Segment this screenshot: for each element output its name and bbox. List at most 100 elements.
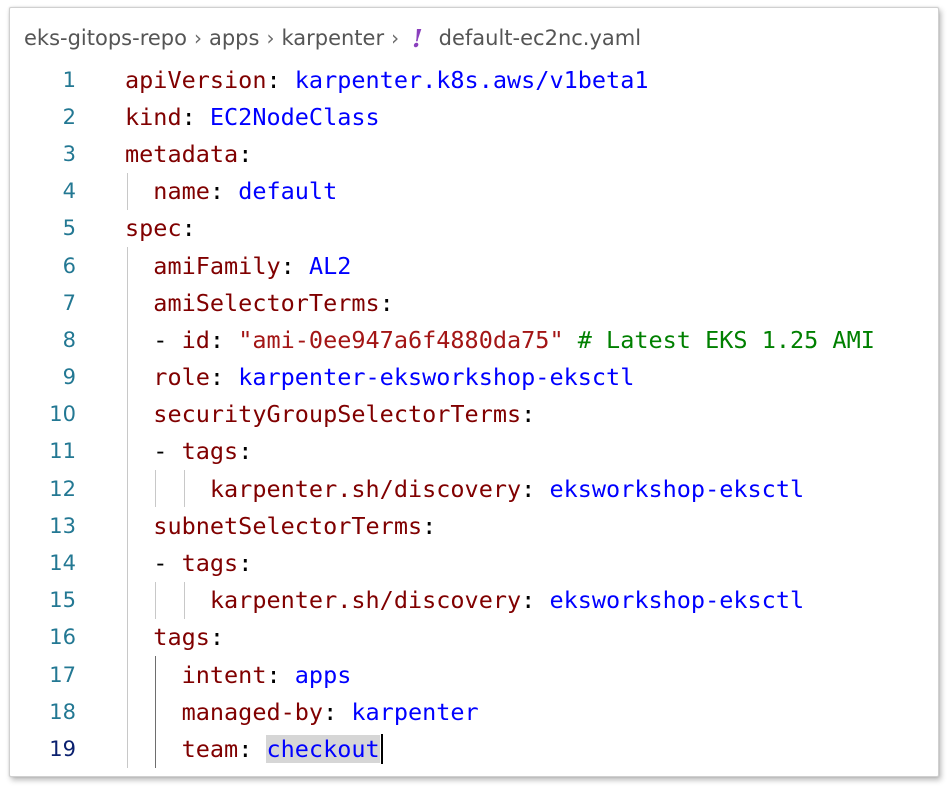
code-line[interactable]: 12 karpenter.sh/discovery: eksworkshop-e… <box>10 470 938 508</box>
breadcrumb-item-repo[interactable]: eks-gitops-repo <box>24 26 187 50</box>
yaml-punct: : <box>209 623 225 652</box>
yaml-punct <box>125 400 153 428</box>
breadcrumb: eks-gitops-repo › apps › karpenter › ! d… <box>24 21 641 55</box>
code-text: securityGroupSelectorTerms: <box>125 396 535 433</box>
line-number: 13 <box>49 513 76 538</box>
yaml-key: apiVersion <box>125 65 267 94</box>
yaml-punct: : <box>209 363 239 392</box>
yaml-value: "ami-0ee947a6f4880da75" <box>238 325 564 354</box>
code-line[interactable]: 16 tags: <box>10 618 938 656</box>
yaml-key: amiSelectorTerms <box>153 288 380 317</box>
yaml-key: subnetSelectorTerms <box>153 511 423 540</box>
yaml-punct: : <box>521 586 550 615</box>
line-number: 11 <box>49 439 76 464</box>
yaml-punct: : <box>266 660 295 689</box>
yaml-key: karpenter.sh/discovery <box>209 586 522 615</box>
code-text: amiFamily: AL2 <box>125 247 351 284</box>
code-text: subnetSelectorTerms: <box>125 507 436 544</box>
line-number: 12 <box>49 476 76 501</box>
code-line[interactable]: 6 amiFamily: AL2 <box>10 246 938 285</box>
yaml-key: role <box>153 363 210 392</box>
yaml-value: checkout <box>266 734 380 763</box>
code-text: managed-by: karpenter <box>125 693 479 730</box>
yaml-value: karpenter-eksworkshop-eksctl <box>238 363 635 392</box>
code-text: amiSelectorTerms: <box>125 284 394 321</box>
yaml-punct <box>125 177 153 205</box>
yaml-punct: - <box>125 549 182 578</box>
code-text: - tags: <box>125 433 252 470</box>
yaml-key: kind <box>125 102 182 131</box>
yaml-value: default <box>238 177 338 206</box>
yaml-key: securityGroupSelectorTerms <box>153 400 522 429</box>
yaml-value: eksworkshop-eksctl <box>549 474 805 503</box>
code-line[interactable]: 9 role: karpenter-eksworkshop-eksctl <box>10 358 938 396</box>
line-number: 16 <box>49 625 76 650</box>
yaml-punct: : <box>209 177 239 206</box>
yaml-punct: : <box>266 65 295 94</box>
yaml-key: tags <box>181 549 239 578</box>
chevron-right-icon: › <box>391 26 400 50</box>
yaml-punct <box>125 289 153 317</box>
line-number: 14 <box>49 551 76 576</box>
yaml-value: AL2 <box>308 251 352 280</box>
yaml-punct: : <box>238 734 267 763</box>
yaml-punct <box>125 363 153 391</box>
code-line[interactable]: 1 apiVersion: karpenter.k8s.aws/v1beta1 <box>10 61 938 98</box>
yaml-value: eksworkshop-eksctl <box>549 586 805 615</box>
yaml-key: metadata <box>125 139 239 168</box>
yaml-punct: : <box>422 511 437 540</box>
yaml-punct: : <box>379 288 394 317</box>
breadcrumb-item-karpenter[interactable]: karpenter <box>281 26 384 50</box>
yaml-punct: - <box>125 325 182 354</box>
yaml-punct: : <box>238 549 253 578</box>
line-number: 15 <box>49 588 76 613</box>
line-number: 5 <box>62 216 76 241</box>
yaml-punct <box>125 735 182 763</box>
code-text: kind: EC2NodeClass <box>125 98 380 135</box>
code-line[interactable]: 10 securityGroupSelectorTerms: <box>10 395 938 433</box>
yaml-punct <box>564 326 578 354</box>
code-text: intent: apps <box>125 656 352 693</box>
code-editor[interactable]: 1 apiVersion: karpenter.k8s.aws/v1beta1 2 k… <box>10 61 938 768</box>
yaml-key: karpenter.sh/discovery <box>209 474 522 503</box>
code-line[interactable]: 8 - id: "ami-0ee947a6f4880da75" # Latest… <box>10 321 938 359</box>
yaml-punct: : <box>323 697 352 726</box>
code-text: - tags: <box>125 544 252 581</box>
yaml-punct <box>125 623 153 651</box>
yaml-key: spec <box>125 214 182 243</box>
code-line[interactable]: 3 metadata: <box>10 135 938 172</box>
yaml-punct: : <box>521 400 536 429</box>
yaml-key: id <box>181 325 210 354</box>
chevron-right-icon: › <box>266 26 275 50</box>
breadcrumb-item-file[interactable]: default-ec2nc.yaml <box>439 26 641 50</box>
yaml-punct: - <box>125 437 182 466</box>
yaml-key: amiFamily <box>153 251 281 280</box>
breadcrumb-item-apps[interactable]: apps <box>209 26 259 50</box>
code-line[interactable]: 5 spec: <box>10 210 938 247</box>
code-line[interactable]: 7 amiSelectorTerms: <box>10 284 938 322</box>
code-text: team: checkout <box>125 730 383 767</box>
code-line[interactable]: 17 intent: apps <box>10 656 938 694</box>
yaml-file-icon: ! <box>412 23 423 53</box>
code-line[interactable]: 13 subnetSelectorTerms: <box>10 507 938 545</box>
line-number: 1 <box>62 67 76 92</box>
yaml-value: EC2NodeClass <box>209 102 380 131</box>
line-number: 6 <box>62 253 76 278</box>
yaml-punct: : <box>181 214 196 243</box>
code-line[interactable]: 2 kind: EC2NodeClass <box>10 98 938 135</box>
yaml-value: karpenter.k8s.aws/v1beta1 <box>294 65 649 94</box>
code-line[interactable]: 11 - tags: <box>10 432 938 471</box>
yaml-punct <box>125 661 182 689</box>
yaml-key: tags <box>153 623 210 652</box>
line-number: 17 <box>49 662 76 687</box>
line-number: 9 <box>62 365 76 390</box>
code-line[interactable]: 18 managed-by: karpenter <box>10 693 938 731</box>
line-number: 7 <box>62 290 76 315</box>
code-line[interactable]: 19 team: checkout <box>10 730 938 768</box>
code-line[interactable]: 15 karpenter.sh/discovery: eksworkshop-e… <box>10 581 938 619</box>
line-number: 8 <box>62 327 76 352</box>
yaml-key: managed-by <box>181 697 324 726</box>
code-line[interactable]: 4 name: default <box>10 172 938 210</box>
code-line[interactable]: 14 - tags: <box>10 544 938 582</box>
yaml-punct <box>125 698 182 726</box>
